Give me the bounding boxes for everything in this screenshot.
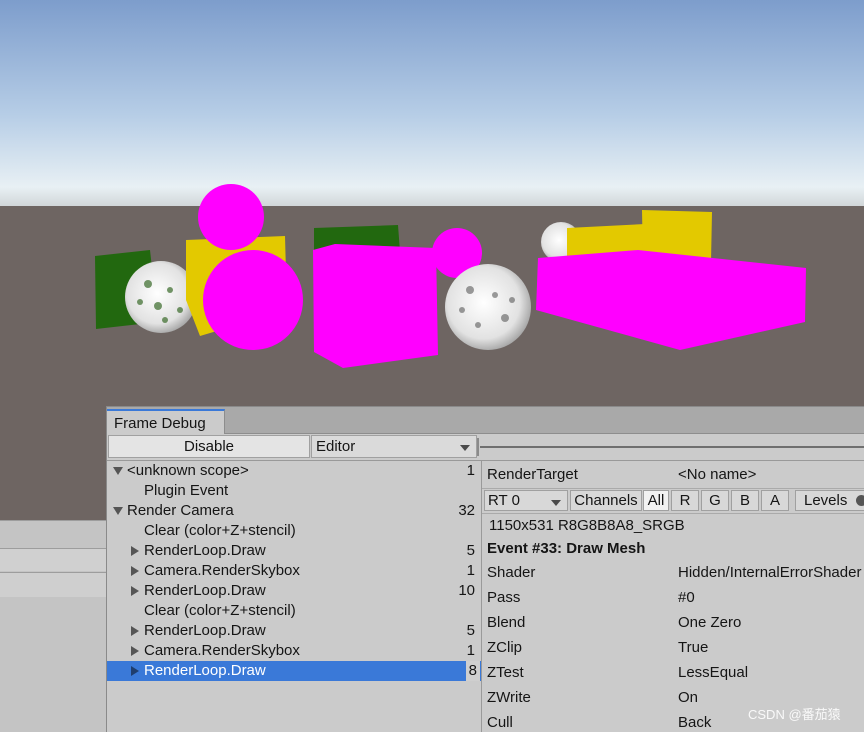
levels-toggle[interactable] xyxy=(856,495,864,506)
tree-item-label: Plugin Event xyxy=(144,482,229,499)
tree-item-selected[interactable]: RenderLoop.Draw 8 xyxy=(107,661,481,681)
render-target-value: <No name> xyxy=(678,466,757,483)
render-target-label: RenderTarget xyxy=(487,466,578,483)
prop-value: One Zero xyxy=(678,614,742,631)
tree-item-label: <unknown scope> xyxy=(127,462,249,479)
background-panel-row xyxy=(0,572,106,597)
prop-value: Back xyxy=(678,714,712,731)
prop-key: ZWrite xyxy=(487,689,531,706)
tab-bar: Frame Debug xyxy=(107,407,864,434)
prop-key: ZTest xyxy=(487,664,524,681)
tree-item-count: 1 xyxy=(466,562,475,579)
tree-item-label: RenderLoop.Draw xyxy=(144,622,266,639)
event-tree: <unknown scope> 1 Plugin Event Render Ca… xyxy=(107,461,482,732)
prop-value: Hidden/InternalErrorShader xyxy=(678,564,862,581)
tree-item[interactable]: Plugin Event xyxy=(107,481,481,501)
frame-debug-window: Frame Debug Disable Editor <unknown scop… xyxy=(106,406,864,732)
render-target-format: 1150x531 R8G8B8A8_SRGB xyxy=(489,517,685,534)
tree-item[interactable]: RenderLoop.Draw 5 xyxy=(107,621,481,641)
sky xyxy=(0,0,864,208)
prop-key: Blend xyxy=(487,614,526,631)
expand-arrow-icon[interactable] xyxy=(131,626,139,636)
tree-item-label: Render Camera xyxy=(127,502,234,519)
tree-item-count: 8 xyxy=(465,661,480,681)
background-panel-row xyxy=(0,548,106,571)
magenta-sphere-large xyxy=(203,250,303,350)
tree-item-count: 5 xyxy=(466,622,475,639)
tree-item-count: 1 xyxy=(466,642,475,659)
expand-arrow-icon[interactable] xyxy=(131,566,139,576)
event-details: RenderTarget <No name> RT 0 Channels All… xyxy=(482,461,864,732)
magenta-cube xyxy=(313,244,438,368)
channel-r-toggle[interactable]: R xyxy=(671,490,699,511)
tree-item-count: 32 xyxy=(458,502,475,519)
prop-value: LessEqual xyxy=(678,664,749,681)
prop-value: #0 xyxy=(678,589,695,606)
expand-arrow-icon[interactable] xyxy=(131,646,139,656)
frame-debug-toolbar: Disable Editor xyxy=(107,434,864,461)
expand-arrow-icon[interactable] xyxy=(131,586,139,596)
tree-item-count: 10 xyxy=(458,582,475,599)
tree-item[interactable]: RenderLoop.Draw 10 xyxy=(107,581,481,601)
levels-label: Levels xyxy=(795,490,864,511)
event-title: Event #33: Draw Mesh xyxy=(487,540,646,557)
tree-item-count: 5 xyxy=(466,542,475,559)
target-dropdown[interactable]: Editor xyxy=(311,435,477,458)
tree-item-label: RenderLoop.Draw xyxy=(144,542,266,559)
tree-item[interactable]: <unknown scope> 1 xyxy=(107,461,481,481)
expand-arrow-icon[interactable] xyxy=(131,666,139,676)
event-slider-cap xyxy=(477,438,479,456)
tree-item[interactable]: Clear (color+Z+stencil) xyxy=(107,521,481,541)
magenta-sphere-small xyxy=(198,184,264,250)
tree-item[interactable]: Camera.RenderSkybox 1 xyxy=(107,561,481,581)
expand-arrow-icon[interactable] xyxy=(113,467,123,475)
tree-item[interactable]: Render Camera 32 xyxy=(107,501,481,521)
chevron-down-icon xyxy=(460,445,470,451)
prop-key: Shader xyxy=(487,564,536,581)
tab-frame-debug[interactable]: Frame Debug xyxy=(107,409,225,434)
prop-value: True xyxy=(678,639,709,656)
tree-item-label: Camera.RenderSkybox xyxy=(144,562,300,579)
disable-button[interactable]: Disable xyxy=(108,435,310,458)
watermark: CSDN @番茄猿 xyxy=(748,707,841,722)
tree-item-label: RenderLoop.Draw xyxy=(144,662,266,679)
tree-item-label: Camera.RenderSkybox xyxy=(144,642,300,659)
chevron-down-icon xyxy=(551,500,561,506)
speckled-sphere-mid xyxy=(445,264,531,350)
tree-item-label: RenderLoop.Draw xyxy=(144,582,266,599)
event-slider[interactable] xyxy=(480,446,864,448)
prop-key: Cull xyxy=(487,714,513,731)
tree-item-count: 1 xyxy=(466,462,475,479)
tree-item-label: Clear (color+Z+stencil) xyxy=(144,522,296,539)
channel-all-toggle[interactable]: All xyxy=(643,490,669,511)
tree-item[interactable]: Clear (color+Z+stencil) xyxy=(107,601,481,621)
rt-select-dropdown[interactable]: RT 0 xyxy=(484,490,568,511)
tree-item[interactable]: Camera.RenderSkybox 1 xyxy=(107,641,481,661)
render-target-toolbar: RT 0 Channels All R G B A Levels xyxy=(482,488,864,514)
channel-g-toggle[interactable]: G xyxy=(701,490,729,511)
prop-key: Pass xyxy=(487,589,521,606)
channels-label: Channels xyxy=(570,490,642,511)
channel-a-toggle[interactable]: A xyxy=(761,490,789,511)
prop-value: On xyxy=(678,689,699,706)
expand-arrow-icon[interactable] xyxy=(113,507,123,515)
tree-item-label: Clear (color+Z+stencil) xyxy=(144,602,296,619)
expand-arrow-icon[interactable] xyxy=(131,546,139,556)
rt-select-label: RT 0 xyxy=(488,492,520,509)
channel-b-toggle[interactable]: B xyxy=(731,490,759,511)
tree-item[interactable]: RenderLoop.Draw 5 xyxy=(107,541,481,561)
prop-key: ZClip xyxy=(487,639,523,656)
target-dropdown-label: Editor xyxy=(316,438,356,455)
